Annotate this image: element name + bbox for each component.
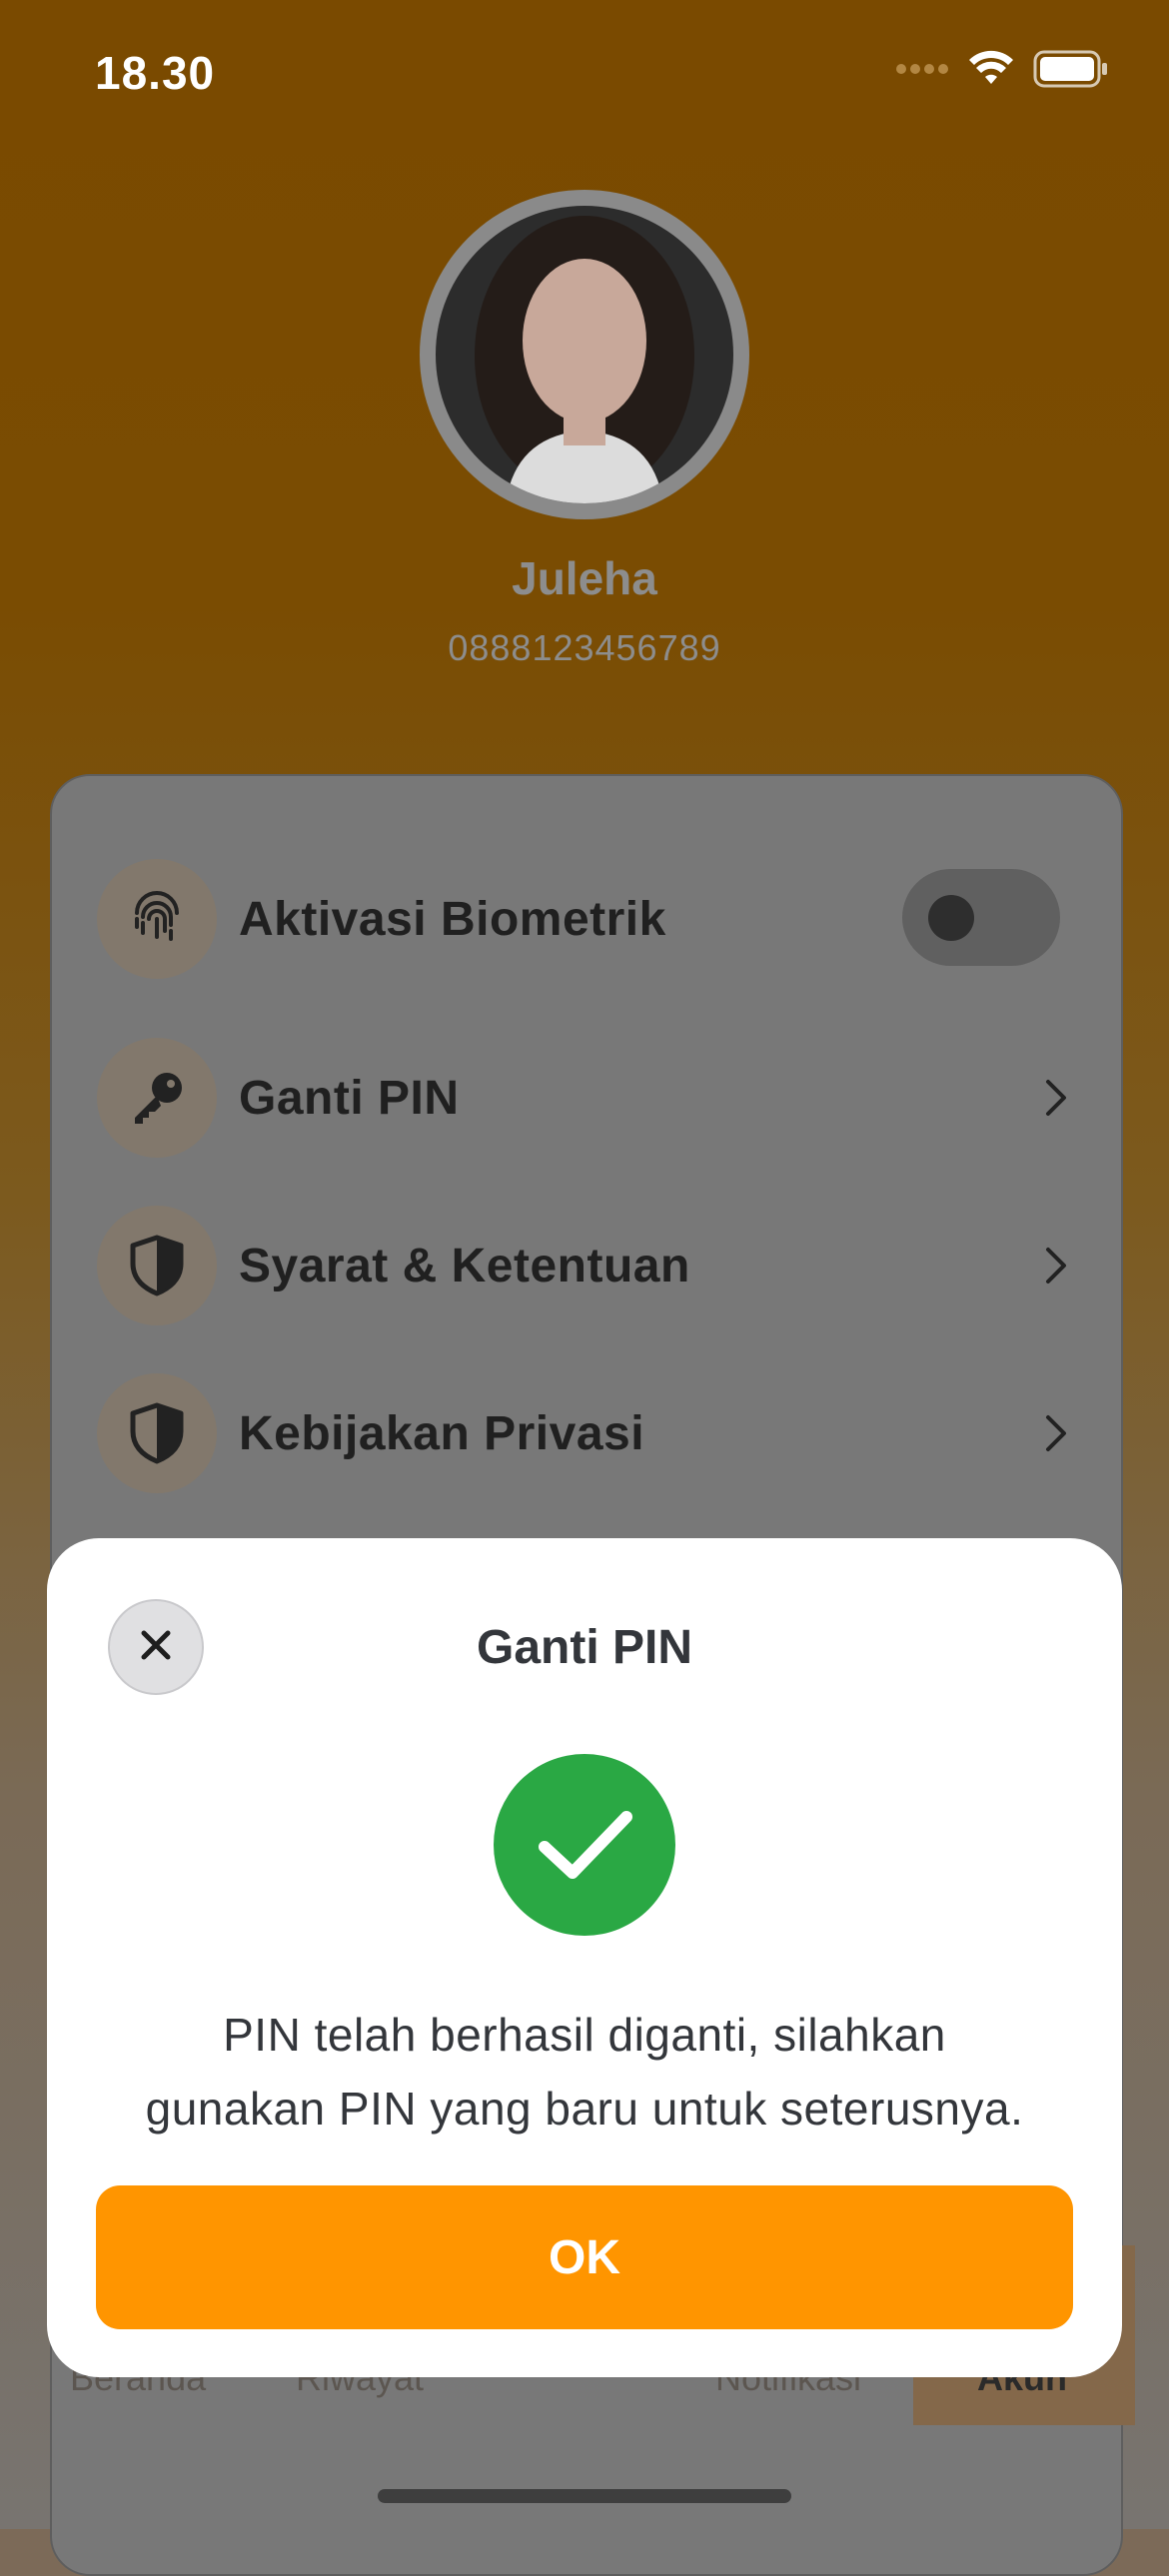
biometric-toggle[interactable] — [902, 869, 1060, 966]
menu-label-terms: Syarat & Ketentuan — [239, 1239, 690, 1292]
chevron-right-icon — [1036, 1403, 1076, 1463]
home-indicator — [378, 2489, 791, 2503]
battery-icon — [1033, 50, 1109, 93]
cellular-signal-icon — [895, 61, 949, 82]
chevron-right-icon — [1036, 1068, 1076, 1128]
sheet-message-line2: gunakan PIN yang baru untuk seterusnya. — [145, 2083, 1024, 2135]
sheet-message-line1: PIN telah berhasil diganti, silahkan — [223, 2009, 946, 2061]
menu-label-change-pin: Ganti PIN — [239, 1071, 460, 1125]
shield-icon — [97, 1373, 217, 1493]
toggle-knob — [928, 895, 974, 941]
menu-label-privacy: Kebijakan Privasi — [239, 1406, 645, 1460]
sheet-message: PIN telah berhasil diganti, silahkan gun… — [90, 1998, 1079, 2146]
menu-item-change-pin[interactable]: Ganti PIN — [97, 1033, 1076, 1163]
profile-name: Juleha — [512, 552, 657, 604]
avatar[interactable] — [436, 206, 733, 503]
profile-phone: 0888123456789 — [448, 627, 721, 668]
key-icon — [97, 1038, 217, 1158]
status-icons — [895, 50, 1109, 93]
wifi-icon — [967, 50, 1015, 93]
sheet-title: Ganti PIN — [476, 1621, 693, 1674]
fingerprint-icon — [97, 859, 217, 979]
shield-icon — [97, 1206, 217, 1325]
chevron-right-icon — [1036, 1236, 1076, 1295]
menu-item-privacy[interactable]: Kebijakan Privasi — [97, 1368, 1076, 1498]
ok-button[interactable]: OK — [96, 2185, 1073, 2329]
menu-item-terms[interactable]: Syarat & Ketentuan — [97, 1201, 1076, 1330]
status-time: 18.30 — [95, 47, 216, 99]
success-check-icon — [494, 1754, 675, 1936]
